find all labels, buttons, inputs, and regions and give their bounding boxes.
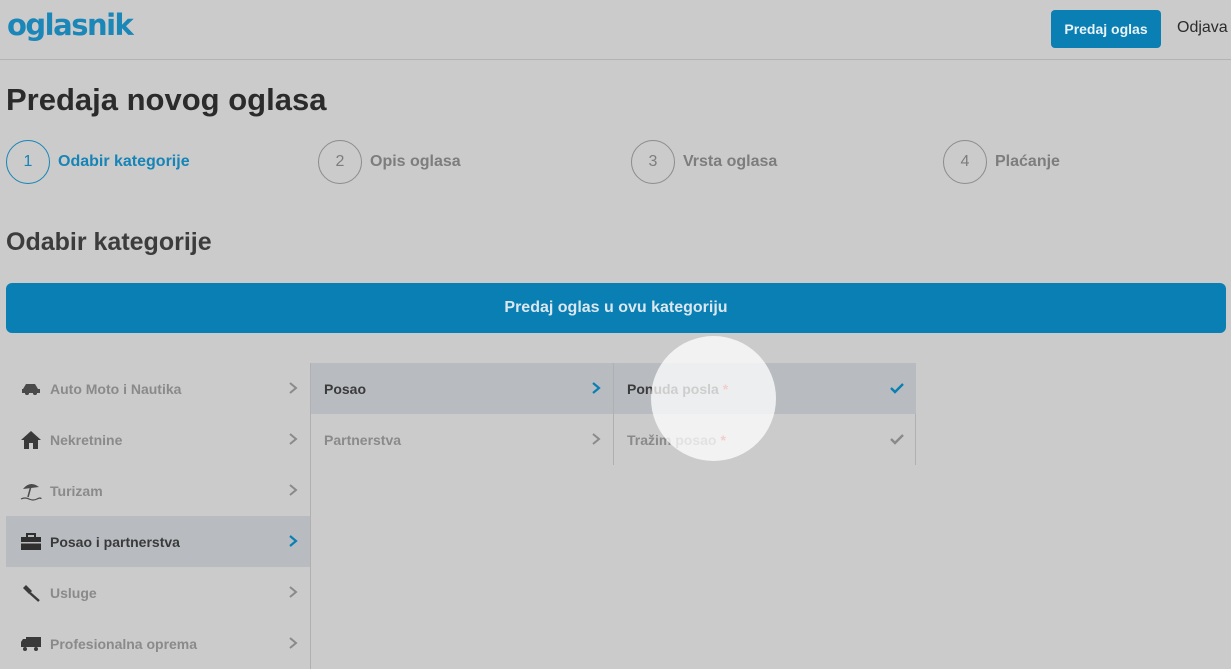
chevron-right-icon — [592, 382, 601, 394]
car-icon — [18, 378, 44, 400]
beach-umbrella-icon — [18, 480, 44, 502]
step-number: 1 — [6, 140, 50, 184]
chevron-right-icon — [592, 433, 601, 445]
leaf-category-list: Ponuda posla * Tražim posao * — [614, 363, 916, 465]
checkmark-icon — [890, 383, 904, 394]
required-marker: * — [722, 380, 729, 397]
hammer-icon — [18, 582, 44, 604]
header: oglasnik Predaj oglas Odjava — [0, 0, 1231, 60]
step-label: Opis oglasa — [370, 153, 461, 170]
category-label: Posao i partnerstva — [50, 533, 180, 550]
chevron-right-icon — [289, 382, 298, 394]
submit-ad-button[interactable]: Predaj oglas — [1051, 10, 1161, 48]
chevron-right-icon — [289, 535, 298, 547]
leaf-ponuda-posla[interactable]: Ponuda posla * — [614, 363, 916, 414]
category-label: Turizam — [50, 482, 103, 499]
logo[interactable]: oglasnik — [7, 8, 134, 42]
section-title: Odabir kategorije — [6, 228, 212, 256]
step-1[interactable]: 1 Odabir kategorije — [6, 139, 190, 185]
category-list: Auto Moto i Nautika Nekretnine Turizam P… — [6, 363, 310, 669]
subcategory-label: Partnerstva — [324, 431, 402, 448]
category-label: Nekretnine — [50, 431, 123, 448]
chevron-right-icon — [289, 586, 298, 598]
category-nekretnine[interactable]: Nekretnine — [6, 414, 310, 465]
required-marker: * — [720, 431, 726, 448]
category-label: Usluge — [50, 584, 97, 601]
chevron-right-icon — [289, 637, 298, 649]
subcategory-list: Posao Partnerstva — [311, 363, 613, 465]
submit-in-category-button[interactable]: Predaj oglas u ovu kategoriju — [6, 283, 1226, 333]
category-usluge[interactable]: Usluge — [6, 567, 310, 618]
step-4[interactable]: 4 Plaćanje — [943, 139, 1060, 185]
logout-link[interactable]: Odjava — [1177, 19, 1228, 37]
truck-icon — [18, 633, 44, 655]
leaf-trazim-posao[interactable]: Tražim posao * — [614, 414, 916, 465]
step-3[interactable]: 3 Vrsta oglasa — [631, 139, 777, 185]
step-number: 3 — [631, 140, 675, 184]
subcategory-label: Posao — [324, 380, 367, 397]
chevron-right-icon — [289, 484, 298, 496]
step-label: Odabir kategorije — [58, 153, 190, 170]
category-label: Auto Moto i Nautika — [50, 380, 182, 397]
category-posao[interactable]: Posao i partnerstva — [6, 516, 310, 567]
step-label: Vrsta oglasa — [683, 153, 778, 170]
category-auto-moto[interactable]: Auto Moto i Nautika — [6, 363, 310, 414]
category-turizam[interactable]: Turizam — [6, 465, 310, 516]
leaf-label: Ponuda posla * — [627, 380, 729, 397]
house-icon — [18, 429, 44, 451]
subcategory-posao[interactable]: Posao — [311, 363, 613, 414]
step-number: 4 — [943, 140, 987, 184]
step-number: 2 — [318, 140, 362, 184]
category-label: Profesionalna oprema — [50, 635, 198, 652]
step-label: Plaćanje — [995, 153, 1060, 170]
checkmark-icon — [890, 434, 904, 445]
category-profesionalna-oprema[interactable]: Profesionalna oprema — [6, 618, 310, 669]
step-2[interactable]: 2 Opis oglasa — [318, 139, 461, 185]
briefcase-icon — [18, 531, 44, 553]
chevron-right-icon — [289, 433, 298, 445]
leaf-label: Tražim posao * — [627, 431, 726, 448]
subcategory-partnerstva[interactable]: Partnerstva — [311, 414, 613, 465]
page-title: Predaja novog oglasa — [6, 82, 327, 117]
